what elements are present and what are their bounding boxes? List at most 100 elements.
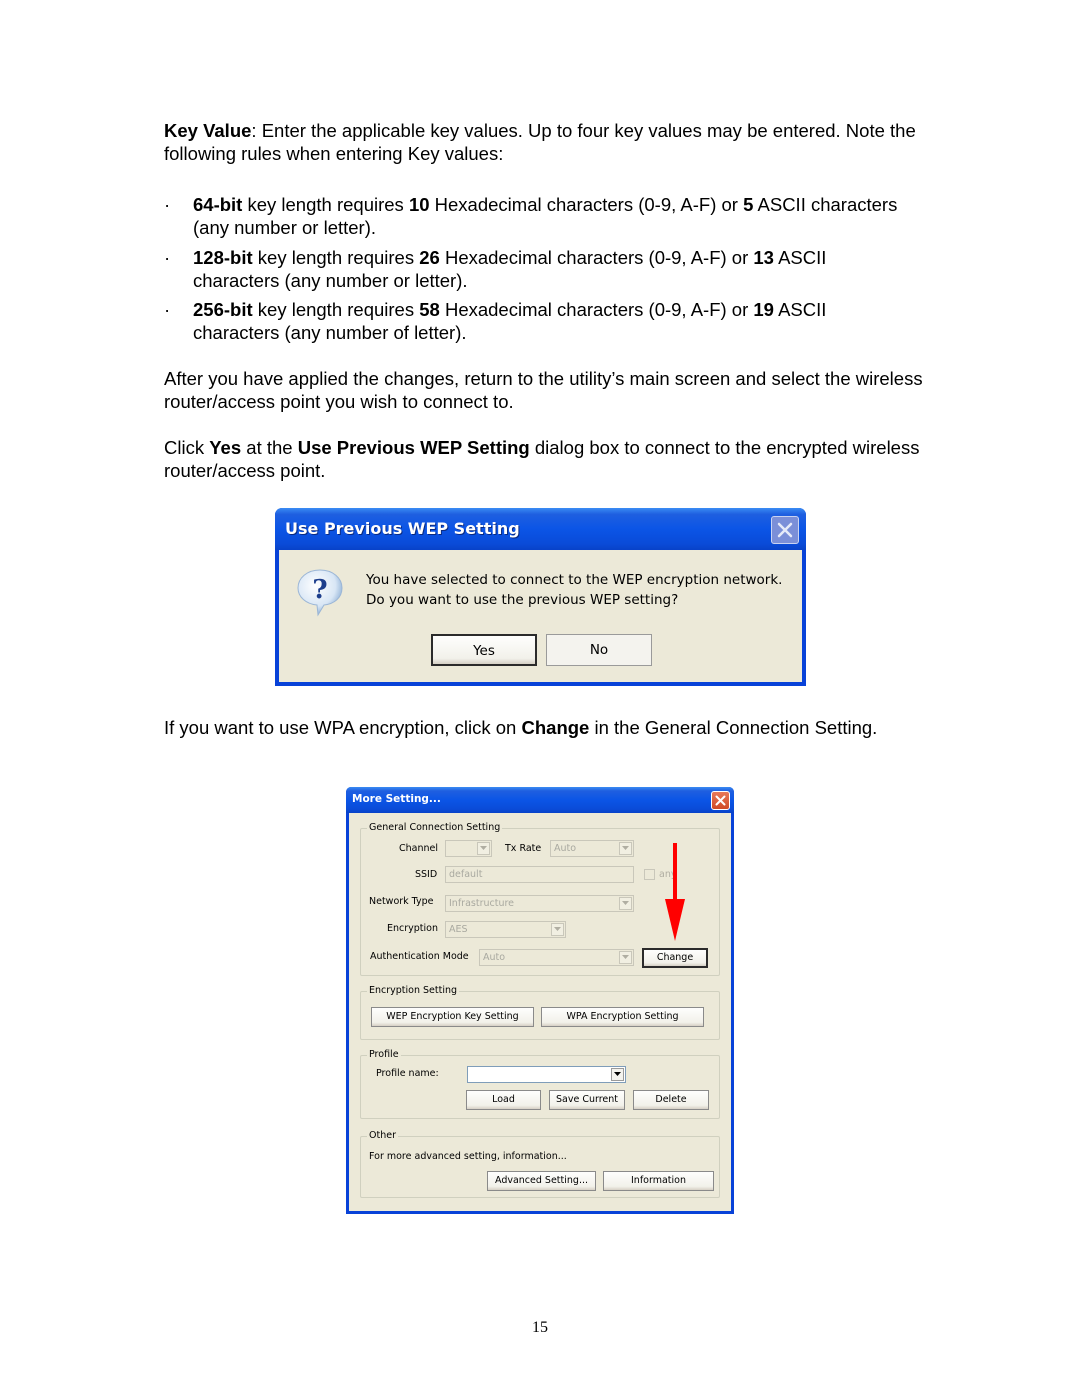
bold-dialog-name: Use Previous WEP Setting: [297, 437, 530, 458]
channel-select[interactable]: [445, 840, 492, 857]
bit-length: 128-bit: [193, 247, 253, 268]
text: at the: [241, 437, 298, 458]
ascii-count: 19: [753, 299, 774, 320]
dialog-titlebar[interactable]: More Setting...: [346, 787, 734, 813]
close-button[interactable]: [771, 516, 799, 544]
other-description: For more advanced setting, information..…: [369, 1151, 567, 1162]
bold-change: Change: [521, 717, 590, 738]
dialog-message: You have selected to connect to the WEP …: [366, 570, 782, 610]
load-button[interactable]: Load: [466, 1090, 541, 1110]
close-button[interactable]: [711, 791, 730, 810]
information-button[interactable]: Information: [603, 1171, 714, 1191]
dropdown-arrow[interactable]: [619, 897, 632, 910]
dropdown-arrow[interactable]: [619, 842, 632, 855]
auth-mode-select[interactable]: Auto: [479, 949, 634, 966]
ascii-count: 13: [753, 247, 774, 268]
channel-label: Channel: [399, 843, 439, 854]
encryption-select[interactable]: AES: [445, 921, 566, 938]
bullet-dot: ·: [164, 299, 171, 320]
bullet-text: 64-bit key length requires 10 Hexadecima…: [193, 193, 903, 239]
network-type-label: Network Type: [369, 896, 434, 907]
dropdown-arrow[interactable]: [551, 923, 564, 936]
ascii-count: 5: [743, 194, 754, 215]
text: If you want to use WPA encryption, click…: [164, 717, 522, 738]
text: key length requires: [252, 299, 420, 320]
chevron-down-icon: [622, 846, 629, 850]
group-legend: Encryption Setting: [367, 985, 460, 996]
bold-yes: Yes: [209, 437, 242, 458]
no-button[interactable]: No: [546, 634, 652, 666]
key-value-label: Key Value: [164, 120, 252, 141]
profile-group: Profile Profile name: Load Save Current …: [360, 1049, 720, 1119]
text: Hexadecimal characters (0-9, A-F) or: [439, 299, 754, 320]
yes-button[interactable]: Yes: [431, 634, 537, 666]
advanced-setting-button[interactable]: Advanced Setting...: [487, 1171, 596, 1191]
dropdown-arrow[interactable]: [477, 842, 490, 855]
text: key length requires: [242, 194, 409, 215]
chevron-down-icon: [554, 927, 561, 931]
text: Hexadecimal characters (0-9, A-F) or: [429, 194, 744, 215]
wpa-encryption-setting-button[interactable]: WPA Encryption Setting: [541, 1007, 704, 1027]
bullet-dot: ·: [164, 194, 171, 215]
other-group: Other For more advanced setting, informa…: [360, 1130, 720, 1198]
close-icon: [777, 522, 793, 538]
txrate-select[interactable]: Auto: [550, 840, 634, 857]
text: Hexadecimal characters (0-9, A-F) or: [439, 247, 754, 268]
dropdown-arrow[interactable]: [611, 1068, 624, 1081]
dropdown-arrow[interactable]: [619, 951, 632, 964]
encryption-label: Encryption: [387, 923, 439, 934]
save-current-button[interactable]: Save Current: [549, 1090, 625, 1110]
profile-name-label: Profile name:: [376, 1068, 439, 1079]
group-legend: Profile: [367, 1049, 401, 1060]
message-line: Do you want to use the previous WEP sett…: [366, 592, 679, 608]
bit-length: 64-bit: [193, 194, 243, 215]
page-number: 15: [532, 1319, 548, 1336]
network-type-select[interactable]: Infrastructure: [445, 895, 634, 912]
any-checkbox[interactable]: [644, 869, 655, 880]
use-previous-wep-dialog: Use Previous WEP Setting ? You have sele…: [275, 508, 806, 686]
encryption-setting-group: Encryption Setting WEP Encryption Key Se…: [360, 985, 720, 1040]
change-button[interactable]: Change: [642, 948, 708, 968]
bit-length: 256-bit: [193, 299, 253, 320]
dialog-title: Use Previous WEP Setting: [285, 519, 520, 538]
group-legend: Other: [367, 1130, 398, 1141]
ssid-label: SSID: [415, 869, 438, 880]
after-apply-paragraph: After you have applied the changes, retu…: [164, 368, 923, 412]
chevron-down-icon: [622, 901, 629, 905]
profile-name-select[interactable]: [467, 1066, 626, 1083]
wep-key-setting-button[interactable]: WEP Encryption Key Setting: [371, 1007, 534, 1027]
auth-mode-label: Authentication Mode: [370, 951, 469, 962]
chevron-down-icon: [614, 1072, 621, 1076]
hex-count: 26: [419, 247, 440, 268]
auth-mode-value: Auto: [483, 952, 506, 963]
message-line: You have selected to connect to the WEP …: [366, 572, 783, 588]
click-yes-paragraph: Click Yes at the Use Previous WEP Settin…: [164, 436, 924, 482]
txrate-value: Auto: [554, 843, 577, 854]
svg-text:?: ?: [312, 575, 327, 605]
bullet-text: 128-bit key length requires 26 Hexadecim…: [193, 246, 903, 292]
key-value-paragraph: Key Value: Enter the applicable key valu…: [164, 119, 924, 165]
bullet-dot: ·: [164, 247, 171, 268]
text: in the General Connection Setting.: [589, 717, 878, 738]
hex-count: 58: [419, 299, 440, 320]
chevron-down-icon: [480, 846, 487, 850]
txrate-label: Tx Rate: [505, 843, 542, 854]
hex-count: 10: [408, 194, 430, 215]
wpa-note-paragraph: If you want to use WPA encryption, click…: [164, 716, 924, 739]
dialog-title: More Setting...: [352, 793, 441, 805]
text: Click: [164, 437, 210, 458]
delete-button[interactable]: Delete: [633, 1090, 709, 1110]
ssid-input[interactable]: default: [445, 866, 634, 883]
red-arrow-annotation-icon: [665, 843, 685, 941]
question-icon: ?: [297, 569, 343, 617]
key-value-text: : Enter the applicable key values. Up to…: [164, 120, 916, 164]
chevron-down-icon: [622, 955, 629, 959]
bullet-text: 256-bit key length requires 58 Hexadecim…: [193, 298, 903, 344]
encryption-value: AES: [449, 924, 468, 935]
network-type-value: Infrastructure: [449, 898, 515, 909]
dialog-titlebar[interactable]: Use Previous WEP Setting: [275, 508, 806, 550]
dialog-body: ? You have selected to connect to the WE…: [279, 550, 802, 682]
text: key length requires: [252, 247, 420, 268]
group-legend: General Connection Setting: [367, 822, 503, 833]
close-icon: [715, 795, 726, 806]
